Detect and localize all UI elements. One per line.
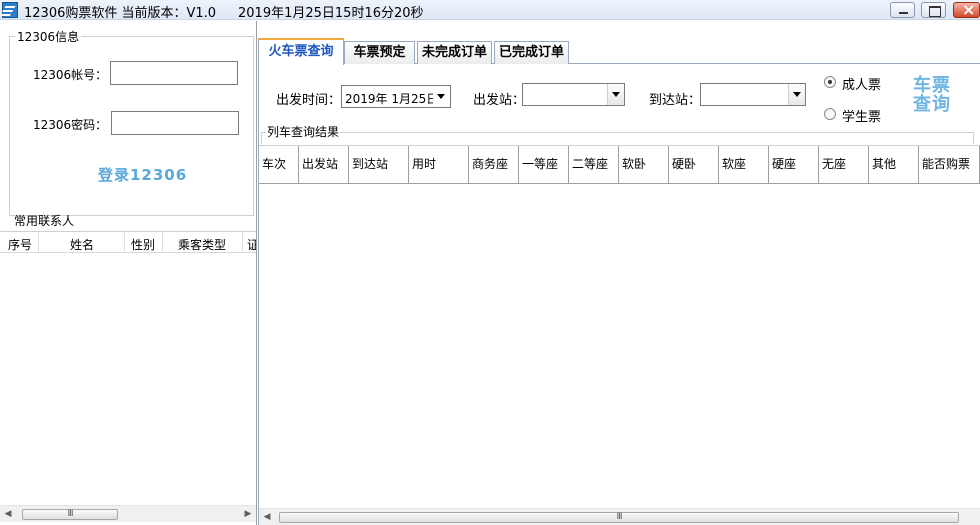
date-picker[interactable]: 2019年 1月25日 (341, 85, 451, 108)
contacts-col-gender[interactable]: 性别 (131, 236, 155, 252)
account-input[interactable] (110, 61, 238, 85)
contacts-title: 常用联系人 (14, 214, 75, 228)
query-tickets-button[interactable]: 车票 查询 (910, 76, 954, 114)
account-label: 12306帐号： (33, 68, 108, 82)
col-can-buy[interactable]: 能否购票 (919, 146, 980, 183)
scroll-right-icon[interactable]: ▶ (240, 506, 256, 522)
from-station-dropdown-icon[interactable] (607, 84, 624, 105)
col-business-seat[interactable]: 商务座 (469, 146, 519, 183)
results-title: 列车查询结果 (266, 123, 341, 140)
student-ticket-radio[interactable] (824, 108, 836, 120)
app-icon (2, 2, 18, 18)
account-group-title: 12306信息 (15, 28, 82, 45)
adult-ticket-label[interactable]: 成人票 (842, 74, 881, 93)
results-group (261, 132, 974, 144)
tab-completed-orders[interactable]: 已完成订单 (494, 41, 569, 64)
tab-pending-orders[interactable]: 未完成订单 (417, 41, 492, 64)
col-second-class[interactable]: 二等座 (569, 146, 619, 183)
scroll-left-icon[interactable]: ◀ (0, 506, 16, 522)
results-scroll-left-icon[interactable]: ◀ (259, 509, 275, 525)
current-datetime: 2019年1月25日15时16分20秒 (238, 6, 424, 21)
date-label: 出发时间： (276, 93, 342, 108)
to-station-dropdown-icon[interactable] (788, 84, 805, 105)
col-other[interactable]: 其他 (869, 146, 919, 183)
col-no-seat[interactable]: 无座 (819, 146, 869, 183)
col-hard-seat[interactable]: 硬座 (769, 146, 819, 183)
tab-ticket-booking[interactable]: 车票预定 (344, 41, 415, 64)
query-button-line1: 车票 (913, 75, 951, 96)
title-bar: 12306购票软件 当前版本：V1.0 2019年1月25日15时16分20秒 (0, 0, 980, 21)
date-value: 2019年 1月25日 (345, 92, 439, 106)
contacts-table-header: 序号 姓名 性别 乘客类型 证 (0, 231, 256, 253)
password-input[interactable] (111, 111, 239, 135)
student-ticket-label[interactable]: 学生票 (842, 106, 881, 125)
col-duration[interactable]: 用时 (409, 146, 469, 183)
col-soft-sleeper[interactable]: 软卧 (619, 146, 669, 183)
results-table-header: 车次 出发站 到达站 用时 商务座 一等座 二等座 软卧 硬卧 软座 硬座 无座… (259, 145, 980, 184)
date-dropdown-icon[interactable] (433, 86, 450, 107)
from-station-label: 出发站： (473, 93, 526, 108)
col-to-station[interactable]: 到达站 (349, 146, 409, 183)
results-hscrollbar[interactable]: ◀ III (259, 508, 980, 525)
close-button[interactable] (953, 0, 980, 19)
login-button[interactable]: 登录12306 (98, 164, 187, 185)
to-station-label: 到达站： (649, 93, 702, 108)
tab-ticket-query[interactable]: 火车票查询 (258, 38, 344, 65)
col-soft-seat[interactable]: 软座 (719, 146, 769, 183)
to-station-select[interactable] (700, 83, 806, 106)
adult-ticket-radio[interactable] (824, 76, 836, 88)
contacts-col-name[interactable]: 姓名 (70, 236, 94, 252)
from-station-select[interactable] (522, 83, 625, 106)
contacts-col-id[interactable]: 证 (247, 236, 256, 252)
contacts-col-index[interactable]: 序号 (8, 236, 32, 252)
col-hard-sleeper[interactable]: 硬卧 (669, 146, 719, 183)
contacts-col-type[interactable]: 乘客类型 (178, 236, 226, 252)
maximize-button[interactable] (921, 2, 946, 18)
scroll-thumb[interactable]: III (22, 509, 118, 520)
minimize-button[interactable] (890, 2, 915, 18)
query-button-line2: 查询 (913, 94, 951, 115)
col-from-station[interactable]: 出发站 (299, 146, 349, 183)
col-train-no[interactable]: 车次 (259, 146, 299, 183)
results-scroll-thumb[interactable]: III (279, 512, 959, 523)
password-label: 12306密码： (33, 118, 108, 132)
contacts-hscrollbar[interactable]: ◀ III ▶ (0, 505, 256, 522)
col-first-class[interactable]: 一等座 (519, 146, 569, 183)
left-panel: 12306信息 12306帐号： 12306密码： 登录12306 常用联系人 … (0, 21, 257, 525)
window-title: 12306购票软件 当前版本：V1.0 (24, 6, 217, 21)
tab-bar: 火车票查询 车票预定 未完成订单 已完成订单 (258, 38, 980, 65)
